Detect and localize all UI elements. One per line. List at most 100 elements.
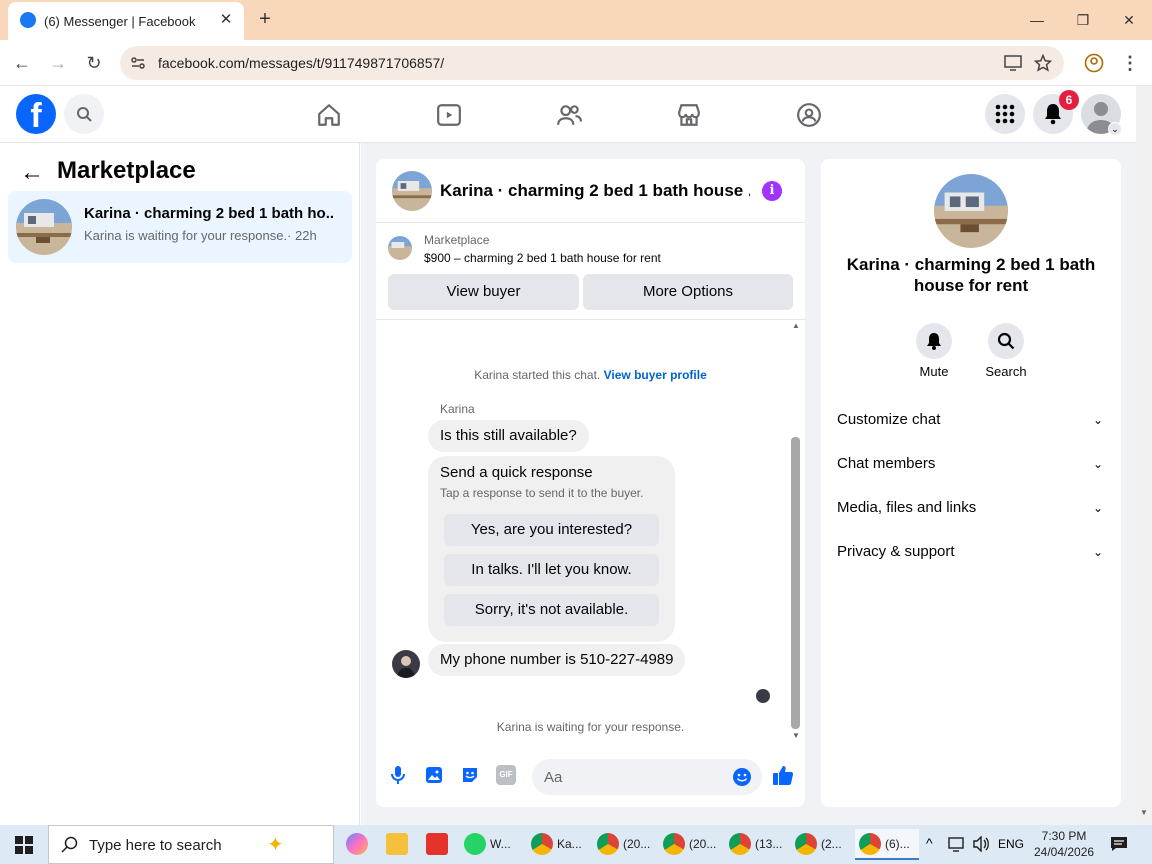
chat-scroll-up-icon[interactable]: ▲: [792, 321, 800, 330]
chat-scrollbar[interactable]: ▲ ▼: [791, 321, 800, 740]
listing-thumbnail: [16, 199, 72, 255]
message-input[interactable]: Aa: [532, 759, 762, 795]
marketplace-icon[interactable]: [676, 102, 702, 128]
view-buyer-profile-link[interactable]: View buyer profile: [604, 368, 707, 382]
chat-details-panel: Karina · charming 2 bed 1 bath house for…: [821, 159, 1121, 807]
windows-start-icon[interactable]: [15, 836, 33, 854]
search-icon: [997, 332, 1015, 350]
page-scrollbar[interactable]: ▼: [1136, 86, 1152, 825]
quick-reply-button[interactable]: Yes, are you interested?: [444, 514, 659, 546]
search-icon: [61, 836, 78, 853]
taskbar-app-red[interactable]: [422, 829, 454, 860]
chat-start-notice: Karina started this chat. View buyer pro…: [474, 368, 707, 382]
friends-icon[interactable]: [556, 102, 582, 128]
taskbar-file-explorer[interactable]: [382, 829, 414, 860]
install-app-icon[interactable]: [1004, 55, 1022, 71]
microphone-icon[interactable]: [388, 765, 408, 785]
listing-source: Marketplace: [424, 233, 490, 247]
message-bubble[interactable]: My phone number is 510-227-4989: [428, 644, 686, 676]
message-bubble[interactable]: Is this still available?: [428, 420, 589, 452]
listing-summary: Marketplace $900 – charming 2 bed 1 bath…: [376, 224, 805, 320]
network-icon[interactable]: [948, 836, 966, 852]
sender-name: Karina: [440, 402, 475, 416]
mute-action[interactable]: Mute: [894, 323, 974, 379]
taskbar-whatsapp[interactable]: W...: [460, 829, 522, 860]
taskbar-chrome-2[interactable]: (20...: [593, 829, 655, 860]
browser-menu-icon[interactable]: ⋮: [1118, 51, 1142, 75]
mute-button[interactable]: [916, 323, 952, 359]
site-settings-icon[interactable]: [130, 55, 146, 71]
chrome-icon: [729, 833, 751, 855]
emoji-icon[interactable]: [732, 767, 752, 787]
app-icon: [426, 833, 448, 855]
details-title: Karina · charming 2 bed 1 bath house for…: [846, 255, 1096, 295]
minimize-icon[interactable]: —: [1024, 8, 1050, 32]
close-window-icon[interactable]: ✕: [1116, 8, 1142, 32]
taskbar-clock[interactable]: 7:30 PM 24/04/2026: [1034, 828, 1094, 860]
quick-response-title: Send a quick response: [440, 464, 593, 481]
search-label: Search: [985, 364, 1027, 379]
language-indicator[interactable]: ENG: [998, 837, 1024, 851]
url-text: facebook.com/messages/t/911749871706857/: [158, 55, 445, 71]
taskbar-chrome-4[interactable]: (13...: [725, 829, 787, 860]
thumbs-up-icon[interactable]: [772, 764, 794, 786]
chat-title[interactable]: Karina · charming 2 bed 1 bath house ...: [440, 181, 750, 201]
chat-avatar[interactable]: [392, 171, 432, 211]
sticker-icon[interactable]: [460, 765, 480, 785]
scroll-down-icon[interactable]: ▼: [1140, 808, 1148, 817]
taskbar-chrome-3[interactable]: (20...: [659, 829, 721, 860]
listing-description[interactable]: $900 – charming 2 bed 1 bath house for r…: [424, 251, 661, 265]
photo-icon[interactable]: [424, 765, 444, 785]
quick-reply-button[interactable]: In talks. I'll let you know.: [444, 554, 659, 586]
profile-icon[interactable]: [1084, 53, 1104, 73]
privacy-support-row[interactable]: Privacy & support ⌄: [837, 543, 1107, 567]
browser-tab[interactable]: (6) Messenger | Facebook ✕: [8, 2, 244, 40]
media-files-links-row[interactable]: Media, files and links ⌄: [837, 499, 1107, 523]
search-action[interactable]: Search: [966, 323, 1046, 379]
more-options-button[interactable]: More Options: [583, 274, 793, 310]
taskbar-chrome-active[interactable]: (6)...: [855, 829, 919, 860]
reload-icon[interactable]: ↻: [82, 51, 106, 75]
info-icon[interactable]: i: [762, 181, 782, 201]
home-icon[interactable]: [316, 102, 342, 128]
back-arrow-icon[interactable]: ←: [20, 159, 44, 187]
taskbar-chrome-1[interactable]: Ka...: [527, 829, 589, 860]
chrome-icon: [663, 833, 685, 855]
menu-button[interactable]: [985, 94, 1025, 134]
back-icon[interactable]: ←: [10, 51, 34, 75]
sender-avatar[interactable]: [392, 650, 420, 678]
new-tab-icon[interactable]: +: [254, 8, 276, 30]
bookmark-star-icon[interactable]: [1034, 54, 1052, 72]
forward-icon[interactable]: →: [46, 51, 70, 75]
quick-response-card: Send a quick response Tap a response to …: [428, 456, 675, 642]
url-field[interactable]: facebook.com/messages/t/911749871706857/: [120, 46, 1064, 80]
facebook-logo-icon[interactable]: f: [16, 94, 56, 135]
notification-center-icon[interactable]: [1110, 836, 1128, 852]
taskbar-copilot[interactable]: [342, 829, 374, 860]
volume-icon[interactable]: [972, 836, 990, 852]
restore-icon[interactable]: ❐: [1070, 8, 1096, 32]
bell-icon: [927, 333, 941, 350]
conversation-item[interactable]: Karina · charming 2 bed 1 bath ho... Kar…: [8, 191, 352, 263]
copilot-sparkle-icon[interactable]: ✦: [267, 832, 284, 857]
video-icon[interactable]: [436, 102, 462, 128]
view-buyer-button[interactable]: View buyer: [388, 274, 579, 310]
search-conversation-button[interactable]: [988, 323, 1024, 359]
chrome-icon: [531, 833, 553, 855]
quick-reply-button[interactable]: Sorry, it's not available.: [444, 594, 659, 626]
taskbar-search[interactable]: Type here to search ✦: [48, 825, 334, 864]
chat-scroll-thumb[interactable]: [791, 437, 800, 729]
close-tab-icon[interactable]: ✕: [216, 10, 236, 30]
facebook-search-button[interactable]: [64, 94, 104, 134]
quick-response-subtitle: Tap a response to send it to the buyer.: [440, 486, 644, 500]
chat-members-row[interactable]: Chat members ⌄: [837, 455, 1107, 479]
chat-panel: Karina · charming 2 bed 1 bath house ...…: [376, 159, 805, 807]
account-chevron-icon[interactable]: ⌄: [1108, 122, 1122, 136]
taskbar-chrome-5[interactable]: (2...: [791, 829, 851, 860]
tray-expand-icon[interactable]: ^: [926, 835, 933, 851]
groups-icon[interactable]: [796, 102, 822, 128]
gif-icon[interactable]: GIF: [496, 765, 516, 785]
chrome-icon: [597, 833, 619, 855]
customize-chat-row[interactable]: Customize chat ⌄: [837, 411, 1107, 435]
bell-icon: [1045, 104, 1061, 125]
